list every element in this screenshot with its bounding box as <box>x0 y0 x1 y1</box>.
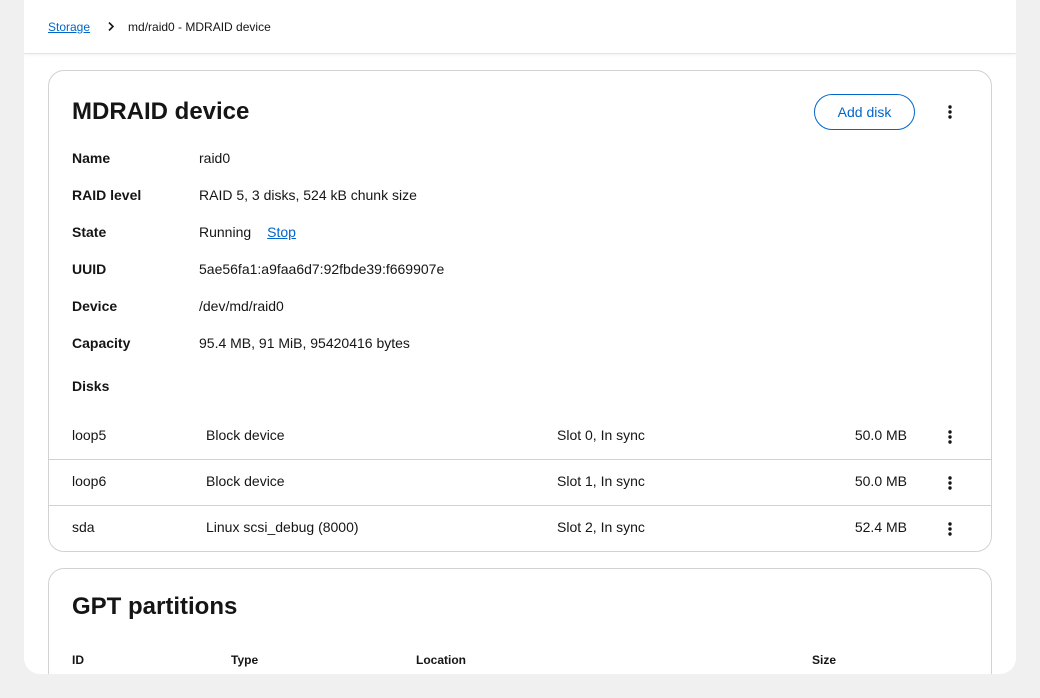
mdraid-device-card: MDRAID device Add disk Name raid0 RAID l… <box>48 70 992 552</box>
detail-term: Device <box>72 298 118 314</box>
column-header-id[interactable]: ID <box>72 653 84 667</box>
column-header-location[interactable]: Location <box>416 653 466 667</box>
chevron-right-icon <box>108 22 115 31</box>
column-header-type[interactable]: Type <box>231 653 258 667</box>
detail-name-row: Name raid0 <box>72 148 230 168</box>
breadcrumb-current: md/raid0 - MDRAID device <box>128 19 271 34</box>
card-title: GPT partitions <box>72 593 238 620</box>
disk-type: Block device <box>206 427 285 443</box>
kebab-menu-icon[interactable] <box>940 519 960 539</box>
disk-name: loop5 <box>72 427 107 443</box>
detail-term: RAID level <box>72 187 142 203</box>
table-row: loop5 Block device Slot 0, In sync 50.0 … <box>49 414 991 460</box>
detail-device-row: Device /dev/md/raid0 <box>72 296 284 316</box>
disk-name: sda <box>72 519 95 535</box>
disk-name: loop6 <box>72 473 107 489</box>
column-header-size[interactable]: Size <box>812 653 836 667</box>
stop-link[interactable]: Stop <box>267 224 296 240</box>
table-row: loop6 Block device Slot 1, In sync 50.0 … <box>49 460 991 506</box>
disk-slot: Slot 1, In sync <box>557 473 645 489</box>
table-row: sda Linux scsi_debug (8000) Slot 2, In s… <box>49 506 991 552</box>
breadcrumb-storage-link[interactable]: Storage <box>48 20 90 34</box>
detail-term: Capacity <box>72 335 131 351</box>
detail-raid-level-row: RAID level RAID 5, 3 disks, 524 kB chunk… <box>72 185 417 205</box>
kebab-menu-icon[interactable] <box>940 473 960 493</box>
detail-value: Running <box>199 224 252 240</box>
detail-value: 5ae56fa1:a9faa6d7:92fbde39:f669907e <box>199 261 445 277</box>
detail-term: Name <box>72 150 111 166</box>
detail-term: UUID <box>72 261 107 277</box>
page-frame: Storage md/raid0 - MDRAID device MDRAID … <box>24 0 1016 674</box>
disk-type: Linux scsi_debug (8000) <box>206 519 359 535</box>
kebab-menu-icon[interactable] <box>940 427 960 447</box>
disk-slot: Slot 2, In sync <box>557 519 645 535</box>
detail-state-row: State Running Stop <box>72 222 296 242</box>
disk-size: 50.0 MB <box>854 473 907 489</box>
disk-size: 50.0 MB <box>854 427 907 443</box>
disk-type: Block device <box>206 473 285 489</box>
disk-size: 52.4 MB <box>854 519 907 535</box>
gpt-partitions-card: GPT partitions ID Type Location Size <box>48 568 992 674</box>
detail-value: raid0 <box>199 150 231 166</box>
detail-value: /dev/md/raid0 <box>199 298 284 314</box>
disk-slot: Slot 0, In sync <box>557 427 645 443</box>
breadcrumb: Storage md/raid0 - MDRAID device <box>24 0 1016 54</box>
detail-uuid-row: UUID 5ae56fa1:a9faa6d7:92fbde39:f669907e <box>72 259 444 279</box>
add-disk-button[interactable]: Add disk <box>814 94 915 130</box>
disks-heading: Disks <box>72 378 110 394</box>
detail-capacity-row: Capacity 95.4 MB, 91 MiB, 95420416 bytes <box>72 333 410 353</box>
detail-value: 95.4 MB, 91 MiB, 95420416 bytes <box>199 335 410 351</box>
detail-term: State <box>72 224 107 240</box>
detail-value: RAID 5, 3 disks, 524 kB chunk size <box>199 187 417 203</box>
card-title: MDRAID device <box>72 98 250 125</box>
kebab-menu-icon[interactable] <box>940 102 960 122</box>
